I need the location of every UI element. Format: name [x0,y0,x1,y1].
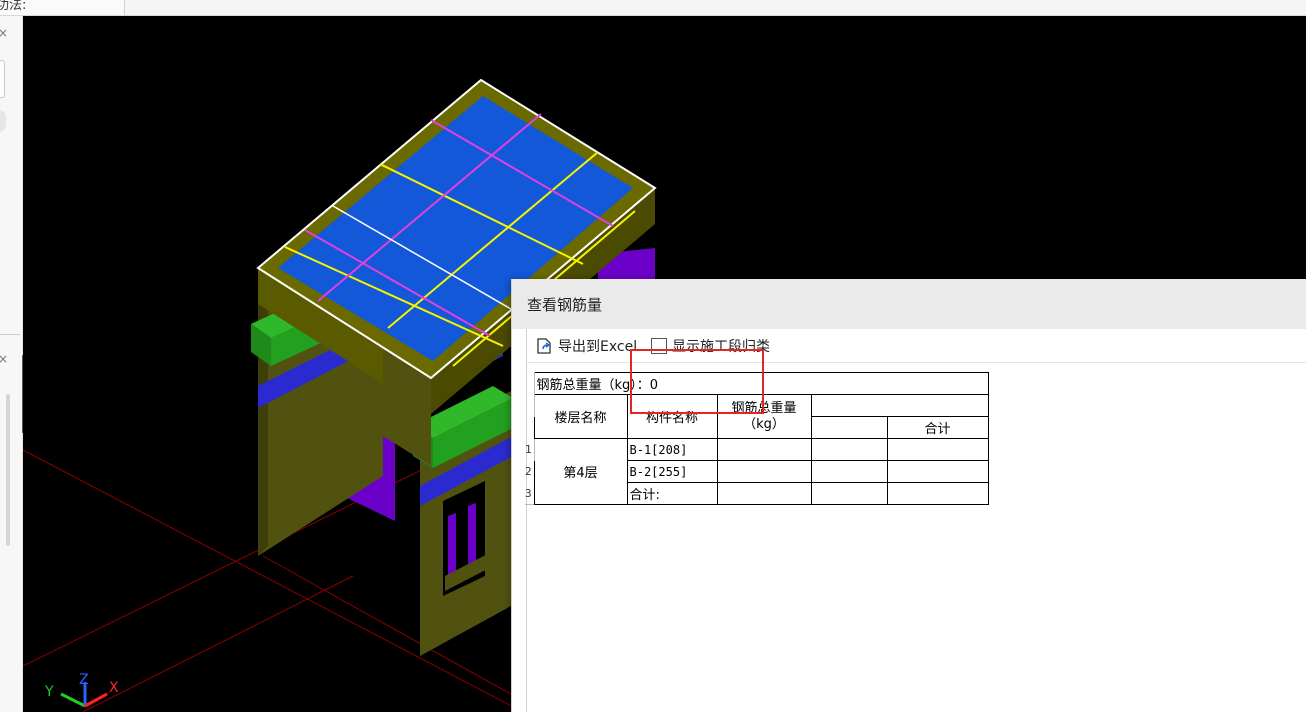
document-tab-label: 功法: [0,0,27,13]
dialog-title: 查看钢筋量 [527,296,603,314]
axis-gizmo: Y Z X [44,672,119,708]
header-total-weight-line2: （kg） [743,416,785,432]
close-icon[interactable]: × [0,26,8,40]
panel-button[interactable] [0,60,5,98]
document-tab[interactable]: 功法: [0,0,125,15]
header-blank[interactable] [810,416,888,439]
export-excel-label: 导出到Excel [558,339,638,355]
axis-z-label: Z [79,672,89,688]
floor-cell[interactable]: 第4层 [533,438,628,505]
subtotal-cell[interactable] [886,460,989,483]
weight-cell[interactable] [716,438,812,461]
dialog-toolbar: 导出到Excel 显示施工段归类 [527,329,1306,363]
panel-divider [0,334,20,335]
header-total-weight[interactable]: 钢筋总重量 （kg） [716,394,812,439]
axis-y-label: Y [44,684,54,700]
header-member-name[interactable]: 构件名称 [626,394,718,439]
show-construction-stage-label: 显示施工段归类 [672,339,770,355]
weight-cell[interactable] [716,460,812,483]
blank-cell[interactable] [810,482,888,505]
member-cell[interactable]: B-1[208] [626,438,718,461]
panel-scrollbar[interactable] [6,394,10,546]
top-tab-bar: 功法: [0,0,1306,16]
weight-cell[interactable] [716,482,812,505]
export-excel-button[interactable]: 导出到Excel [535,336,637,356]
header-group-blank[interactable] [810,394,989,417]
total-weight-cell[interactable]: 钢筋总重量（kg）：0 [533,372,989,395]
row-number: 1 [525,438,535,461]
row-header-blank [525,394,535,417]
checkbox-box[interactable] [651,338,667,354]
left-panel-strip: × × [0,16,23,712]
blank-cell[interactable] [810,438,888,461]
close-icon[interactable]: × [0,352,8,366]
subtotal-cell[interactable] [886,438,989,461]
member-cell[interactable]: B-2[255] [626,460,718,483]
row-number: 3 [525,482,535,505]
header-subtotal[interactable]: 合计 [886,416,989,439]
axis-x-label: X [109,680,119,696]
member-cell[interactable]: 合计: [626,482,718,505]
header-total-weight-line1: 钢筋总重量 [731,400,797,416]
blank-cell[interactable] [810,460,888,483]
table-row[interactable]: 1 第4层 B-1[208] [525,438,989,505]
panel-round-button[interactable] [0,110,6,132]
export-icon [537,338,551,354]
rebar-table: 钢筋总重量（kg）：0 楼层名称 构件名称 钢筋总重量 （kg） 合计 1 第4层… [525,372,989,505]
subtotal-cell[interactable] [886,482,989,505]
show-construction-stage-checkbox[interactable]: 显示施工段归类 [651,336,770,356]
row-number: 2 [525,460,535,483]
header-floor-name[interactable]: 楼层名称 [533,394,628,439]
dialog-title-bar[interactable]: 查看钢筋量 [512,279,1306,329]
row-header-blank [525,416,535,439]
row-header-blank [525,372,535,395]
